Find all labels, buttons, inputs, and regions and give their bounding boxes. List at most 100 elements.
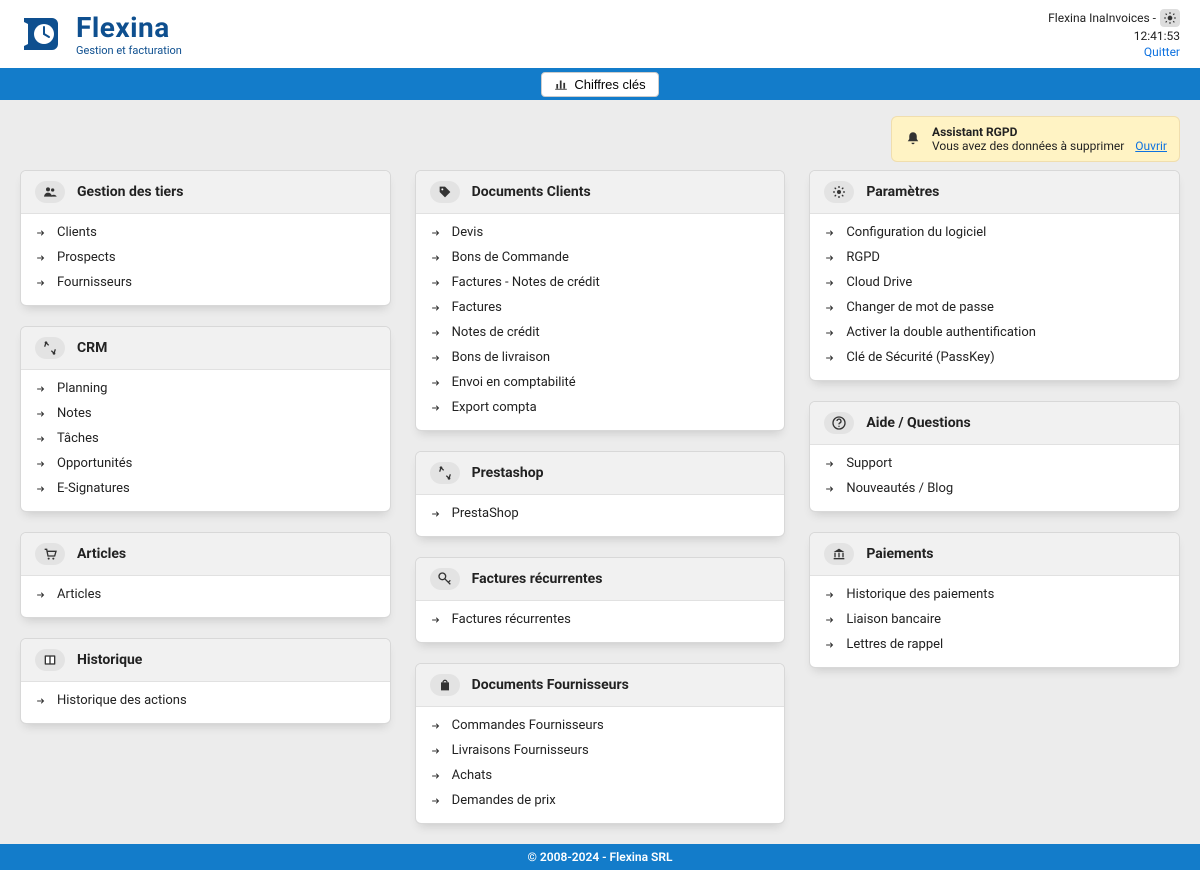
nav-item-label: Notes [57,406,92,421]
nav-item-label: Factures [452,300,502,315]
card-title: Documents Clients [472,184,591,200]
card-header: Articles [21,533,390,576]
header-right: Flexina InaInvoices - 12:41:53 Quitter [1048,9,1180,59]
nav-item[interactable]: Bons de Commande [426,245,775,270]
card-title: CRM [77,340,107,356]
arrow-right-icon [35,383,49,395]
top-bar: Chiffres clés [0,68,1200,100]
nav-item-label: Commandes Fournisseurs [452,718,604,733]
nav-item-label: Envoi en comptabilité [452,375,576,390]
nav-item-label: Demandes de prix [452,793,556,808]
gear-icon [824,181,854,203]
nav-item[interactable]: Factures - Notes de crédit [426,270,775,295]
logo-icon [20,12,68,56]
nav-item[interactable]: Commandes Fournisseurs [426,713,775,738]
nav-item-label: Configuration du logiciel [846,225,986,240]
nav-item-label: Clients [57,225,97,240]
arrow-right-icon [824,352,838,364]
arrow-right-icon [824,589,838,601]
section-card: Aide / QuestionsSupportNouveautés / Blog [809,401,1180,512]
arrow-right-icon [430,302,444,314]
arrow-right-icon [824,458,838,470]
nav-item[interactable]: Notes de crédit [426,320,775,345]
arrow-right-icon [35,589,49,601]
bag-icon [430,674,460,696]
nav-item-label: Support [846,456,892,471]
arrow-right-icon [35,695,49,707]
nav-item[interactable]: Configuration du logiciel [820,220,1169,245]
nav-item[interactable]: Activer la double authentification [820,320,1169,345]
nav-item-label: Factures - Notes de crédit [452,275,600,290]
nav-item[interactable]: Export compta [426,395,775,420]
notice-title: Assistant RGPD [932,125,1017,139]
nav-item[interactable]: PrestaShop [426,501,775,526]
nav-item[interactable]: Demandes de prix [426,788,775,813]
nav-item[interactable]: Changer de mot de passe [820,295,1169,320]
nav-item[interactable]: Achats [426,763,775,788]
arrow-right-icon [430,352,444,364]
rgpd-notice: Assistant RGPD Vous avez des données à s… [891,116,1180,162]
nav-item-label: Opportunités [57,456,132,471]
nav-item[interactable]: Liaison bancaire [820,607,1169,632]
nav-item[interactable]: Clé de Sécurité (PassKey) [820,345,1169,370]
cart-icon [35,543,65,565]
nav-item[interactable]: Historique des actions [31,688,380,713]
nav-item[interactable]: Notes [31,401,380,426]
book-icon [35,649,65,671]
nav-item[interactable]: Nouveautés / Blog [820,476,1169,501]
arrow-right-icon [430,377,444,389]
nav-item-label: Historique des paiements [846,587,994,602]
theme-toggle[interactable] [1160,9,1180,27]
arrow-right-icon [35,433,49,445]
nav-item[interactable]: Tâches [31,426,380,451]
nav-item[interactable]: Articles [31,582,380,607]
crm-icon [430,462,460,484]
nav-item[interactable]: Envoi en comptabilité [426,370,775,395]
nav-item-label: Cloud Drive [846,275,912,290]
nav-item[interactable]: Factures [426,295,775,320]
bank-icon [824,543,854,565]
kpi-button[interactable]: Chiffres clés [541,72,658,97]
nav-item[interactable]: Factures récurrentes [426,607,775,632]
nav-item[interactable]: Opportunités [31,451,380,476]
quit-link[interactable]: Quitter [1144,45,1180,59]
card-title: Prestashop [472,465,544,481]
nav-item[interactable]: Cloud Drive [820,270,1169,295]
nav-item[interactable]: Fournisseurs [31,270,380,295]
nav-item[interactable]: Devis [426,220,775,245]
card-header: Paiements [810,533,1179,576]
card-header: CRM [21,327,390,370]
section-card: Articles Articles [20,532,391,618]
nav-item[interactable]: Planning [31,376,380,401]
arrow-right-icon [824,483,838,495]
nav-item[interactable]: Prospects [31,245,380,270]
dashboard-grid: Gestion des tiersClientsProspectsFournis… [0,170,1200,844]
section-card: CRM Planning Notes Tâches Opportunités E-Sign… [20,326,391,512]
card-title: Historique [77,652,142,668]
nav-item[interactable]: E-Signatures [31,476,380,501]
arrow-right-icon [430,227,444,239]
card-title: Paramètres [866,184,939,200]
card-title: Factures récurrentes [472,571,603,587]
nav-item[interactable]: RGPD [820,245,1169,270]
nav-item-label: PrestaShop [452,506,519,521]
card-header: Documents Fournisseurs [416,664,785,707]
clock: 12:41:53 [1048,29,1180,43]
nav-item[interactable]: Livraisons Fournisseurs [426,738,775,763]
logo[interactable]: Flexina Gestion et facturation [20,11,182,57]
nav-item[interactable]: Clients [31,220,380,245]
arrow-right-icon [824,614,838,626]
nav-item-label: Clé de Sécurité (PassKey) [846,350,994,365]
notice-open-link[interactable]: Ouvrir [1135,139,1167,153]
nav-item-label: Devis [452,225,484,240]
crm-icon [35,337,65,359]
nav-item[interactable]: Historique des paiements [820,582,1169,607]
nav-item[interactable]: Support [820,451,1169,476]
nav-item[interactable]: Bons de livraison [426,345,775,370]
nav-item-label: Changer de mot de passe [846,300,994,315]
section-card: Documents Fournisseurs Commandes Fourniss… [415,663,786,824]
nav-item[interactable]: Lettres de rappel [820,632,1169,657]
card-header: Documents Clients [416,171,785,214]
arrow-right-icon [430,252,444,264]
arrow-right-icon [824,639,838,651]
